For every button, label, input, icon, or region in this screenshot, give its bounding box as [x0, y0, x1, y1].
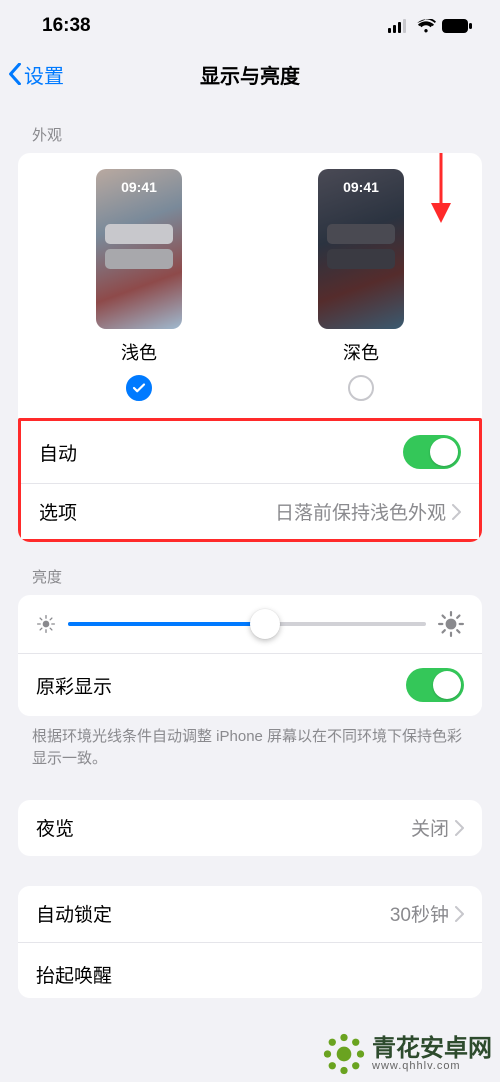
- back-button[interactable]: 设置: [8, 60, 64, 89]
- nav-bar: 设置 显示与亮度: [0, 48, 500, 100]
- cellular-icon: [388, 19, 410, 33]
- theme-dark-preview: 09:41: [318, 169, 404, 329]
- options-value: 日落前保持浅色外观: [275, 498, 446, 525]
- auto-toggle[interactable]: [403, 435, 461, 469]
- lock-card: 自动锁定 30秒钟 抬起唤醒: [18, 886, 482, 998]
- battery-icon: [442, 19, 472, 33]
- chevron-right-icon: [452, 504, 461, 520]
- theme-dark-radio[interactable]: [348, 375, 374, 401]
- watermark-url: www.qhhlv.com: [372, 1061, 492, 1072]
- truetone-toggle[interactable]: [406, 668, 464, 702]
- chevron-left-icon: [8, 63, 22, 85]
- auto-row: 自动: [21, 421, 479, 483]
- back-label: 设置: [24, 60, 64, 89]
- night-shift-row[interactable]: 夜览 关闭: [18, 800, 482, 856]
- sun-small-icon: [36, 614, 56, 634]
- sun-large-icon: [438, 611, 464, 637]
- theme-dark[interactable]: 09:41 深色: [318, 169, 404, 401]
- options-label: 选项: [39, 498, 77, 525]
- truetone-row: 原彩显示: [18, 654, 482, 716]
- theme-light-preview: 09:41: [96, 169, 182, 329]
- annotation-highlight: 自动 选项 日落前保持浅色外观: [18, 418, 482, 542]
- raise-to-wake-label: 抬起唤醒: [36, 961, 112, 988]
- brightness-card: 原彩显示: [18, 595, 482, 716]
- raise-to-wake-row: 抬起唤醒: [18, 942, 482, 998]
- theme-dark-label: 深色: [343, 339, 379, 365]
- preview-clock: 09:41: [318, 179, 404, 195]
- status-right: [388, 19, 472, 33]
- watermark: 青花安卓网 www.qhhlv.com: [322, 1032, 492, 1076]
- appearance-card: 09:41 浅色 09:41 深色 自动: [18, 153, 482, 542]
- night-shift-label: 夜览: [36, 814, 74, 841]
- brightness-slider[interactable]: [68, 622, 426, 626]
- night-shift-card: 夜览 关闭: [18, 800, 482, 856]
- status-bar: 16:38: [0, 0, 500, 48]
- theme-light-label: 浅色: [121, 339, 157, 365]
- page-title: 显示与亮度: [200, 60, 300, 89]
- truetone-note: 根据环境光线条件自动调整 iPhone 屏幕以在不同环境下保持色彩显示一致。: [0, 716, 500, 770]
- theme-picker: 09:41 浅色 09:41 深色: [18, 153, 482, 419]
- theme-light[interactable]: 09:41 浅色: [96, 169, 182, 401]
- status-time: 16:38: [42, 15, 91, 37]
- options-row[interactable]: 选项 日落前保持浅色外观: [21, 483, 479, 539]
- chevron-right-icon: [455, 906, 464, 922]
- auto-lock-row[interactable]: 自动锁定 30秒钟: [18, 886, 482, 942]
- night-shift-value: 关闭: [411, 814, 449, 841]
- brightness-slider-row: [18, 595, 482, 654]
- check-icon: [132, 381, 146, 395]
- wifi-icon: [416, 19, 436, 33]
- brightness-header: 亮度: [0, 542, 500, 595]
- gear-icon: [322, 1032, 366, 1076]
- truetone-label: 原彩显示: [36, 672, 112, 699]
- auto-label: 自动: [39, 439, 77, 466]
- watermark-brand: 青花安卓网: [372, 1037, 492, 1061]
- auto-lock-label: 自动锁定: [36, 900, 112, 927]
- theme-light-radio[interactable]: [126, 375, 152, 401]
- auto-lock-value: 30秒钟: [390, 900, 449, 927]
- preview-clock: 09:41: [96, 179, 182, 195]
- chevron-right-icon: [455, 820, 464, 836]
- appearance-header: 外观: [0, 100, 500, 153]
